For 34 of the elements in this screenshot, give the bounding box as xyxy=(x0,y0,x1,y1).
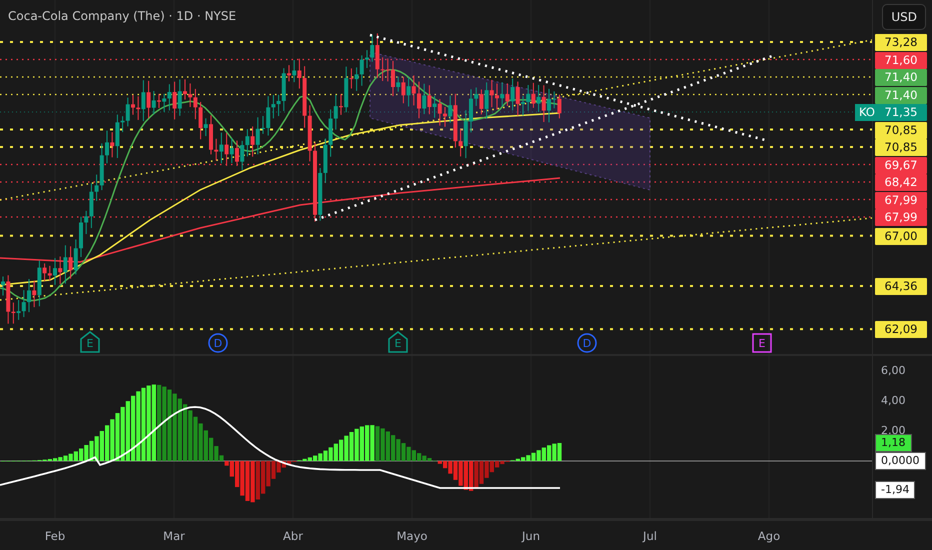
price-label: 67,99 xyxy=(875,209,927,226)
symbol-tag: KO xyxy=(855,104,879,121)
month-label: Mar xyxy=(163,529,185,543)
price-label: 71,40 xyxy=(875,86,927,104)
month-label: Ago xyxy=(758,529,780,543)
price-label: 71,40 xyxy=(875,69,927,86)
month-label: Jun xyxy=(522,529,540,543)
axis-tick: 6,00 xyxy=(881,364,906,377)
price-label: 71,60 xyxy=(875,52,927,68)
indicator-value-label: 0,0000 xyxy=(875,452,926,470)
event-marker[interactable]: E xyxy=(752,333,772,353)
chart-title: Coca-Cola Company (The) · 1D · NYSE xyxy=(8,9,236,23)
month-label: Feb xyxy=(44,529,66,543)
indicator-value-label: -1,94 xyxy=(875,481,916,500)
event-marker[interactable]: E xyxy=(388,331,408,353)
indicator-value-label: 1,18 xyxy=(875,434,912,452)
price-label: 70,85 xyxy=(875,139,927,156)
price-label: 67,99 xyxy=(875,192,927,208)
price-label: 67,00 xyxy=(875,228,927,245)
price-label: 70,85 xyxy=(875,122,927,138)
price-label: 73,28 xyxy=(875,34,927,51)
price-label: 68,42 xyxy=(875,174,927,191)
month-label: Mayo xyxy=(396,529,428,543)
axis-tick: 2,00 xyxy=(881,424,906,437)
axis-tick: 4,00 xyxy=(881,394,906,407)
event-marker[interactable]: D xyxy=(208,333,228,353)
month-label: Abr xyxy=(283,529,303,543)
price-label: 62,09 xyxy=(875,321,927,338)
currency-button[interactable]: USD xyxy=(882,4,926,30)
month-label: Jul xyxy=(643,529,657,543)
price-label: 64,36 xyxy=(875,278,927,295)
price-label: 69,67 xyxy=(875,156,927,174)
event-marker[interactable]: D xyxy=(577,333,597,353)
event-marker[interactable]: E xyxy=(80,331,100,353)
